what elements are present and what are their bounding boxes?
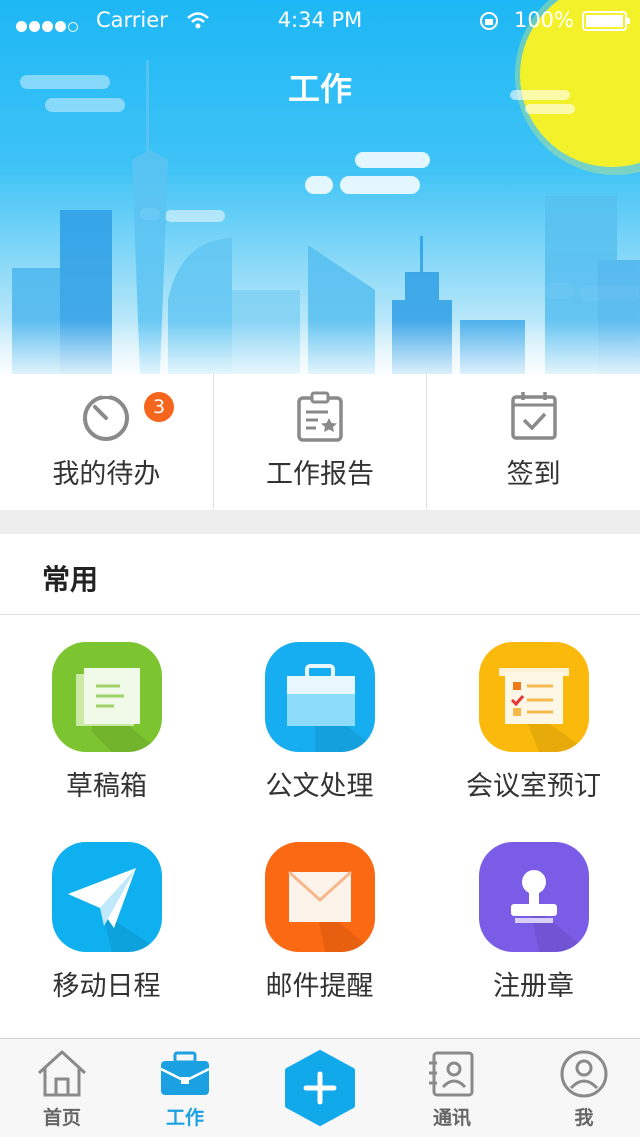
meeting-room-label: 会议室预订	[466, 771, 601, 802]
mail-reminder-label: 邮件提醒	[265, 971, 374, 1002]
work-report-label: 工作报告	[266, 459, 374, 490]
mail-reminder-app-button[interactable]: 邮件提醒	[213, 842, 426, 1003]
calendar-check-icon	[510, 392, 557, 440]
sign-in-label: 签到	[506, 459, 561, 490]
home-icon	[37, 1050, 87, 1097]
briefcase-icon	[264, 642, 375, 752]
schedule-label: 移动日程	[52, 971, 161, 1002]
plus-icon[interactable]	[283, 1050, 357, 1126]
tab-home-label: 首页	[42, 1107, 81, 1129]
work-report-button[interactable]: 工作报告	[214, 374, 428, 510]
timer-icon	[83, 392, 130, 441]
tab-me-label: 我	[574, 1107, 594, 1129]
tab-me[interactable]: 我	[524, 1039, 640, 1137]
contacts-icon	[429, 1051, 474, 1097]
todo-label: 我的待办	[52, 459, 161, 490]
drafts-label: 草稿箱	[66, 771, 147, 802]
todo-button[interactable]: 我的待办	[0, 374, 214, 510]
work-briefcase-icon	[160, 1051, 210, 1095]
city-skyline-illustration	[0, 0, 640, 374]
common-section: 常用 草稿箱 公文处理 会议室预订 移动日程 邮件提醒 注册章	[0, 534, 640, 1038]
envelope-icon	[264, 842, 375, 952]
hero-banner: Carrier 4:34 PM 100% 工作	[0, 0, 640, 374]
section-heading: 常用	[42, 563, 99, 596]
clipboard-report-icon	[297, 391, 343, 442]
rotation-lock-icon	[480, 12, 498, 30]
page-title: 工作	[287, 70, 352, 108]
drafts-app-button[interactable]: 草稿箱	[0, 642, 213, 803]
todo-count-badge: 3	[144, 392, 174, 422]
paper-plane-icon	[51, 842, 162, 952]
common-header: 常用	[0, 534, 640, 615]
schedule-app-button[interactable]: 移动日程	[0, 842, 213, 1003]
tab-home[interactable]: 首页	[2, 1039, 122, 1137]
documents-label: 公文处理	[265, 771, 374, 802]
sign-in-button[interactable]: 签到	[427, 374, 640, 510]
status-bar: Carrier 4:34 PM 100%	[0, 0, 640, 40]
drafts-icon	[51, 642, 162, 752]
tab-work-label: 工作	[165, 1107, 204, 1129]
battery-icon	[582, 11, 630, 31]
quick-actions: 我的待办 工作报告 签到	[0, 374, 640, 510]
tab-work[interactable]: 工作	[125, 1039, 245, 1137]
tab-contacts[interactable]: 通讯	[392, 1039, 512, 1137]
stamp-label: 注册章	[493, 971, 574, 1002]
battery-percentage: 100%	[513, 8, 574, 32]
stamp-app-button[interactable]: 注册章	[427, 842, 640, 1003]
tab-contacts-label: 通讯	[432, 1107, 471, 1129]
profile-icon	[560, 1050, 608, 1098]
stamp-icon	[478, 842, 589, 952]
meeting-board-icon	[478, 642, 589, 752]
meeting-room-app-button[interactable]: 会议室预订	[427, 642, 640, 803]
documents-app-button[interactable]: 公文处理	[213, 642, 426, 803]
